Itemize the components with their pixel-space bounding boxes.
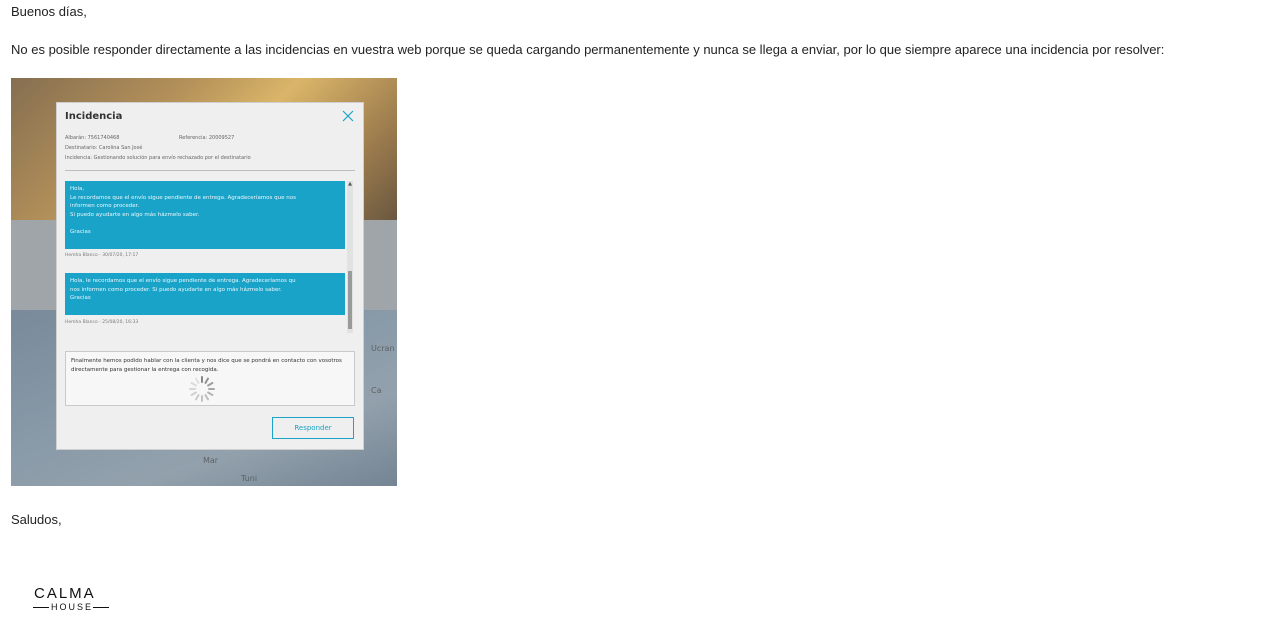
messages-scrollbar[interactable]: ▲ xyxy=(347,181,353,333)
logo-text-bottom: HOUSE xyxy=(51,602,94,612)
email-body-text: No es posible responder directamente a l… xyxy=(11,42,1165,57)
email-closing: Saludos, xyxy=(11,512,62,527)
scroll-thumb[interactable] xyxy=(348,271,352,329)
message-line: informen como proceder. xyxy=(70,203,140,210)
message-bubble: Hola, Le recordamos que el envío sigue p… xyxy=(65,181,345,249)
embedded-screenshot: Ucran Ca Mar Tuni Incidencia Albarán: 75… xyxy=(11,78,397,486)
message-line: Hola, xyxy=(70,186,85,192)
message-line: Gracias xyxy=(70,295,91,302)
calma-house-logo: CALMA HOUSE xyxy=(33,586,113,614)
message-meta: Hemha Blanco - 30/07/20, 17:17 xyxy=(65,253,139,258)
albaran-label: Albarán: 7561740468 xyxy=(65,135,120,141)
message-line: Si puedo ayudarte en algo más házmelo sa… xyxy=(70,211,200,218)
destinatario-label: Destinatario: Carolina San José xyxy=(65,145,143,151)
message-line: Gracias xyxy=(70,228,91,235)
incidencia-modal: Incidencia Albarán: 7561740468 Referenci… xyxy=(56,102,364,450)
message-line: nos informen como proceder. Si puedo ayu… xyxy=(70,286,282,293)
message-bubble: Hola, le recordamos que el envío sigue p… xyxy=(65,273,345,315)
message-meta: Hemha Blanco - 25/08/20, 16:33 xyxy=(65,320,139,325)
message-line: Le recordamos que el envío sigue pendien… xyxy=(70,194,296,201)
referencia-label: Referencia: 20009527 xyxy=(179,135,235,141)
divider xyxy=(65,170,355,171)
loading-spinner-icon xyxy=(189,376,215,402)
email-greeting: Buenos días, xyxy=(11,4,87,19)
close-icon[interactable] xyxy=(341,109,355,123)
logo-text-top: CALMA xyxy=(34,585,96,602)
scroll-up-icon[interactable]: ▲ xyxy=(347,181,353,187)
message-line: Hola, le recordamos que el envío sigue p… xyxy=(70,278,296,284)
message-line xyxy=(70,219,340,228)
incidencia-label: Incidencia: Gestionando solución para en… xyxy=(65,155,251,161)
reply-button[interactable]: Responder xyxy=(272,417,354,439)
logo-rule-left xyxy=(33,607,49,608)
modal-title: Incidencia xyxy=(65,111,123,122)
logo-rule-right xyxy=(93,607,109,608)
